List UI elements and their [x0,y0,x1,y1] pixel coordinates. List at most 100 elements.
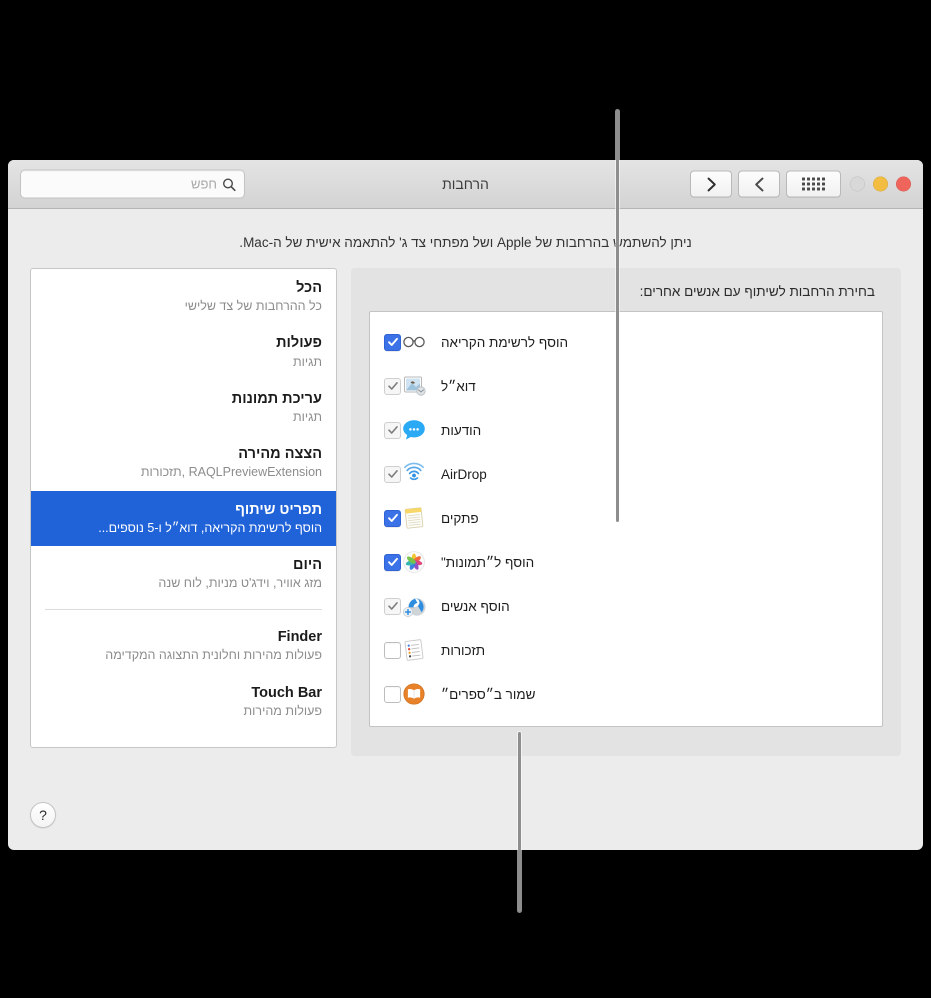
sidebar-item-title: עריכת תמונות [231,390,322,407]
sidebar-item-subtitle: הוסף לרשימת הקריאה, דוא״ל ו-5 נוספים... [98,520,322,535]
extension-label: שמור ב״ספרים״ [441,686,536,702]
minimize-button[interactable] [873,176,888,192]
show-all-button[interactable] [786,170,841,198]
share-menu-pane: בחירת הרחבות לשיתוף עם אנשים אחרים: הוסף… [351,268,901,756]
sidebar-item-subtitle: תגיות [292,354,322,369]
extension-checkbox[interactable] [384,685,401,703]
sidebar-item-subtitle: מזג אוויר, וידג'ט מניות, לוח שנה [158,576,322,590]
callout-line-bottom [518,732,521,912]
sidebar-item-subtitle: כל ההרחבות של צד שלישי [184,299,322,314]
forward-button[interactable] [690,170,732,198]
sidebar-item-subtitle: פעולות מהירות וחלונית התצוגה המקדימה [105,648,322,663]
sidebar-item-title: הצצה מהירה [238,446,322,463]
extension-checkbox[interactable] [384,333,401,351]
extension-row[interactable]: הוסף לרשימת הקריאה [370,320,882,364]
add-people-icon [403,598,426,617]
extension-row[interactable]: דוא״ל [370,364,882,408]
sidebar-item[interactable]: הכל כל ההרחבות של צד שלישי [31,269,336,324]
sidebar-item-subtitle: RAQLPreviewExtension ,תזכורות [140,465,322,480]
sidebar-item[interactable]: תפריט שיתוף הוסף לרשימת הקריאה, דוא״ל ו-5… [31,490,336,546]
extension-checkbox [384,377,401,395]
sidebar-item[interactable]: פעולות תגיות [31,324,336,379]
close-button[interactable] [896,176,911,192]
sidebar-item[interactable]: עריכת תמונות תגיות [31,380,336,435]
mail-icon [401,373,427,399]
sidebar-item-title: פעולות [276,335,322,352]
extension-label: הוסף ל״תמונות" [441,554,535,570]
checkmark-icon [387,513,398,522]
search-icon [222,177,236,191]
extension-row[interactable]: תזכורות [370,628,882,672]
checkmark-icon [387,426,398,434]
extension-row[interactable]: פתקים [370,496,882,540]
extension-label: הוסף אנשים [441,598,510,614]
sidebar-item-title: היום [293,556,322,573]
messages-icon [403,420,425,440]
extension-row[interactable]: שמור ב״ספרים״ [370,672,882,716]
books-icon [401,681,427,707]
sidebar-item-title: Touch Bar [251,684,322,701]
sidebar-item[interactable]: Touch Bar פעולות מהירות [31,674,336,729]
extension-row[interactable]: AirDrop [370,452,882,496]
reading-list-glasses-icon [401,329,427,355]
sidebar-item-title: הכל [296,280,322,296]
extension-label: דוא״ל [441,378,476,394]
reminders-icon [404,639,424,661]
messages-icon [401,417,427,443]
extension-label: AirDrop [441,466,487,482]
search-placeholder: חפש [191,176,217,192]
mail-icon [404,376,426,396]
extension-checkbox[interactable] [384,509,401,527]
extension-checkbox[interactable] [384,553,401,571]
back-button[interactable] [738,170,780,198]
system-preferences-window: הרחבות חפש ניתן להשתמש בהרחבות של Apple … [8,160,923,850]
extension-row[interactable]: הודעות [370,408,882,452]
sidebar-item-title: Finder [277,629,322,646]
callout-line-top [616,110,619,522]
extension-list[interactable]: הוסף לרשימת הקריאה דוא״ל הודעות AirDrop … [369,311,883,727]
notes-icon [401,505,427,531]
checkmark-icon [387,557,398,566]
add-people-icon [401,593,427,619]
sidebar-item[interactable]: היום מזג אוויר, וידג'ט מניות, לוח שנה [31,546,336,601]
search-input[interactable]: חפש [20,169,245,199]
share-extensions-label: בחירת הרחבות לשיתוף עם אנשים אחרים: [639,284,875,299]
grid-icon [802,177,825,191]
sidebar-item-subtitle: פעולות מהירות [243,703,322,718]
sidebar-item-subtitle: תגיות [292,409,322,424]
extension-category-sidebar[interactable]: הכל כל ההרחבות של צד שלישי פעולות תגיות עריכ… [30,268,337,748]
books-icon [403,683,425,705]
checkmark-icon [387,382,398,390]
traffic-light-group [850,176,911,192]
chevron-right-icon [707,177,716,191]
photos-icon [403,551,425,573]
extension-checkbox[interactable] [384,641,401,659]
sidebar-item-title: תפריט שיתוף [235,501,322,518]
extensions-description: ניתן להשתמש בהרחבות של Apple ושל מפתחי צ… [239,235,692,250]
extension-checkbox [384,597,401,615]
checkmark-icon [387,602,398,610]
window-titlebar: הרחבות חפש [8,160,923,209]
zoom-button[interactable] [850,176,865,192]
extension-row[interactable]: הוסף ל״תמונות" [370,540,882,584]
extension-label: פתקים [441,510,479,526]
airdrop-icon [404,462,424,481]
checkmark-icon [387,337,398,346]
reminders-icon [401,637,427,663]
sidebar-item[interactable]: Finder פעולות מהירות וחלונית התצוגה המקדי… [31,618,336,673]
notes-icon [404,507,424,529]
extension-row[interactable]: הוסף אנשים [370,584,882,628]
photos-icon [401,549,427,575]
extension-label: הוסף לרשימת הקריאה [441,334,569,350]
airdrop-icon [401,461,427,487]
chevron-left-icon [754,177,763,191]
panes-container: הכל כל ההרחבות של צד שלישי פעולות תגיות עריכ… [8,268,923,756]
reading-list-glasses-icon [403,336,425,348]
help-button[interactable]: ? [30,802,56,828]
extension-checkbox [384,421,401,439]
extension-label: תזכורות [441,642,486,658]
checkmark-icon [387,470,398,478]
sidebar-item[interactable]: הצצה מהירה RAQLPreviewExtension ,תזכורות [31,435,336,490]
extension-checkbox [384,465,401,483]
sidebar-separator [45,609,322,611]
